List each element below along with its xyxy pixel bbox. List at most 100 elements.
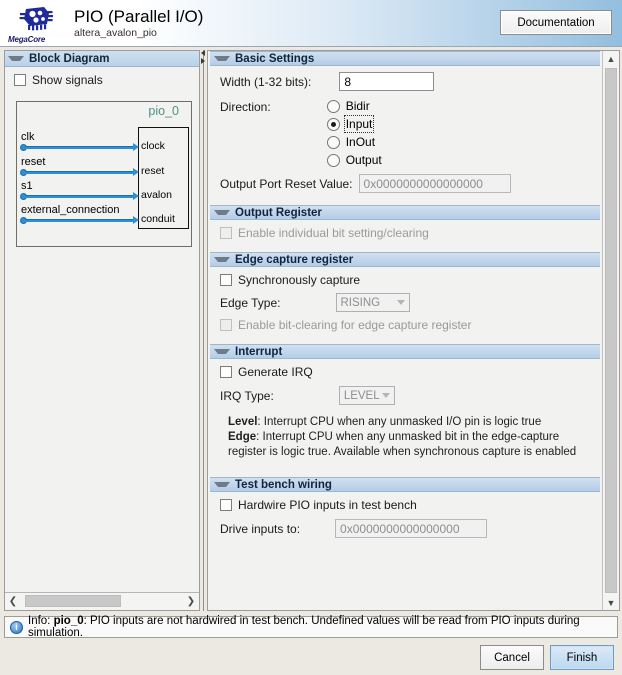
basic-settings-header[interactable]: Basic Settings — [210, 51, 600, 66]
signal-s1-arrow — [133, 192, 139, 200]
signal-reset-line — [25, 171, 135, 174]
radio-input[interactable] — [326, 117, 340, 131]
output-register-header[interactable]: Output Register — [210, 205, 600, 220]
hardwire-row[interactable]: Hardwire PIO inputs in test bench — [208, 492, 602, 512]
collapse-left-icon[interactable] — [201, 50, 205, 56]
radio-inout-label: InOut — [345, 135, 376, 149]
signal-external-connection-arrow — [133, 216, 139, 224]
port-reset-label: reset — [141, 165, 165, 177]
main-body: Block Diagram Show signals pio_0 clk clo… — [0, 47, 622, 613]
status-info-bar: i Info: pio_0: PIO inputs are not hardwi… — [4, 615, 618, 639]
help-edge-text: : Interrupt CPU when any unmasked bit in… — [256, 431, 560, 443]
radio-output[interactable] — [326, 153, 340, 167]
radio-bidir[interactable] — [326, 99, 340, 113]
scroll-left-icon[interactable]: ❮ — [5, 594, 21, 609]
scroll-right-icon[interactable]: ❯ — [183, 594, 199, 609]
direction-option-inout[interactable]: InOut — [326, 131, 382, 149]
test-bench-title: Test bench wiring — [235, 478, 332, 491]
hardwire-checkbox[interactable] — [220, 499, 232, 511]
radio-inout[interactable] — [326, 135, 340, 149]
hardwire-label: Hardwire PIO inputs in test bench — [238, 498, 417, 512]
irq-type-label: IRQ Type: — [220, 388, 274, 403]
enable-bitset-checkbox[interactable] — [220, 227, 232, 239]
basic-settings-title: Basic Settings — [235, 52, 315, 65]
test-bench-header[interactable]: Test bench wiring — [210, 477, 600, 492]
signal-s1-label: s1 — [21, 180, 33, 192]
info-message: Info: pio_0: PIO inputs are not hardwire… — [28, 615, 617, 639]
interrupt-title: Interrupt — [235, 345, 283, 358]
direction-option-output[interactable]: Output — [326, 149, 382, 167]
help-level-text: : Interrupt CPU when any unmasked I/O pi… — [257, 416, 542, 428]
drive-inputs-label: Drive inputs to: — [220, 521, 301, 536]
cancel-button[interactable]: Cancel — [480, 645, 544, 670]
reset-value-row: Output Port Reset Value: 0x0000000000000… — [208, 167, 602, 193]
vscroll-track[interactable] — [604, 66, 619, 595]
bit-clearing-checkbox[interactable] — [220, 319, 232, 331]
vscroll-thumb[interactable] — [604, 68, 617, 593]
finish-button[interactable]: Finish — [550, 645, 614, 670]
width-input[interactable]: 8 — [339, 72, 435, 91]
signal-clk-line — [25, 146, 135, 149]
edge-type-dropdown[interactable]: RISING — [335, 293, 410, 312]
hscroll-track[interactable] — [21, 594, 183, 609]
chip-icon — [19, 6, 53, 30]
reset-value-input[interactable]: 0x0000000000000000 — [358, 174, 511, 193]
port-avalon-label: avalon — [141, 189, 172, 201]
sync-capture-row[interactable]: Synchronously capture — [208, 267, 602, 287]
radio-bidir-label: Bidir — [345, 99, 370, 113]
drive-inputs-input[interactable]: 0x0000000000000000 — [335, 519, 488, 538]
bit-clearing-row[interactable]: Enable bit-clearing for edge capture reg… — [208, 312, 602, 332]
diagram-canvas: pio_0 clk clock reset reset s1 avalon ex… — [16, 101, 192, 247]
block-diagram-title: Block Diagram — [29, 52, 110, 65]
settings-vertical-scrollbar[interactable]: ▲ ▼ — [602, 51, 619, 610]
irq-type-value: LEVEL — [343, 389, 380, 402]
help-line-edge-2: register is logic true. Available when s… — [228, 446, 577, 458]
enable-bitset-label: Enable individual bit setting/clearing — [238, 226, 429, 240]
chevron-down-icon[interactable] — [214, 56, 230, 61]
generate-irq-row[interactable]: Generate IRQ — [208, 359, 602, 379]
info-icon: i — [10, 620, 23, 634]
edge-capture-title: Edge capture register — [235, 253, 354, 266]
block-diagram-body: Show signals pio_0 clk clock reset reset… — [5, 67, 199, 592]
info-module-name: pio_0 — [53, 615, 84, 627]
width-label: Width (1-32 bits): — [220, 74, 312, 89]
edge-capture-header[interactable]: Edge capture register — [210, 252, 600, 267]
interrupt-help-text: Level: Interrupt CPU when any unmasked I… — [208, 405, 602, 460]
scroll-down-icon[interactable]: ▼ — [604, 595, 619, 610]
port-conduit-label: conduit — [141, 213, 175, 225]
info-text: : PIO inputs are not hardwired in test b… — [28, 615, 580, 639]
hscroll-thumb[interactable] — [25, 595, 121, 607]
settings-panel: Basic Settings Width (1-32 bits): 8 Dire… — [207, 50, 620, 611]
direction-option-bidir[interactable]: Bidir — [326, 95, 382, 113]
help-edge-term: Edge — [228, 431, 257, 443]
edge-type-row: Edge Type: RISING — [208, 287, 602, 312]
documentation-button[interactable]: Documentation — [500, 10, 612, 35]
show-signals-row[interactable]: Show signals — [5, 67, 199, 92]
chevron-down-icon — [381, 393, 390, 398]
megacore-logo: MegaCore — [4, 1, 66, 46]
chevron-down-icon[interactable] — [8, 56, 24, 61]
signal-external-connection-line — [25, 219, 135, 222]
interrupt-header[interactable]: Interrupt — [210, 344, 600, 359]
enable-bitset-row[interactable]: Enable individual bit setting/clearing — [208, 220, 602, 240]
block-diagram-header[interactable]: Block Diagram — [5, 51, 199, 67]
generate-irq-checkbox[interactable] — [220, 366, 232, 378]
megacore-logo-caption: MegaCore — [8, 34, 46, 44]
collapse-right-icon[interactable] — [201, 58, 205, 64]
module-name-label: pio_0 — [148, 104, 179, 118]
split-pane-divider[interactable] — [200, 50, 207, 611]
direction-option-input[interactable]: Input — [326, 113, 382, 133]
show-signals-checkbox[interactable] — [14, 74, 26, 86]
chevron-down-icon[interactable] — [214, 257, 230, 262]
chevron-down-icon[interactable] — [214, 349, 230, 354]
sync-capture-checkbox[interactable] — [220, 274, 232, 286]
signal-clk-label: clk — [21, 131, 35, 143]
divider-collapse-controls[interactable] — [201, 50, 205, 64]
direction-radio-group: Bidir Input InOut Output — [326, 95, 382, 167]
chevron-down-icon[interactable] — [214, 210, 230, 215]
irq-type-dropdown[interactable]: LEVEL — [338, 386, 395, 405]
settings-content: Basic Settings Width (1-32 bits): 8 Dire… — [208, 51, 602, 610]
chevron-down-icon[interactable] — [214, 482, 230, 487]
diagram-horizontal-scrollbar[interactable]: ❮ ❯ — [5, 592, 199, 610]
scroll-up-icon[interactable]: ▲ — [604, 51, 619, 66]
